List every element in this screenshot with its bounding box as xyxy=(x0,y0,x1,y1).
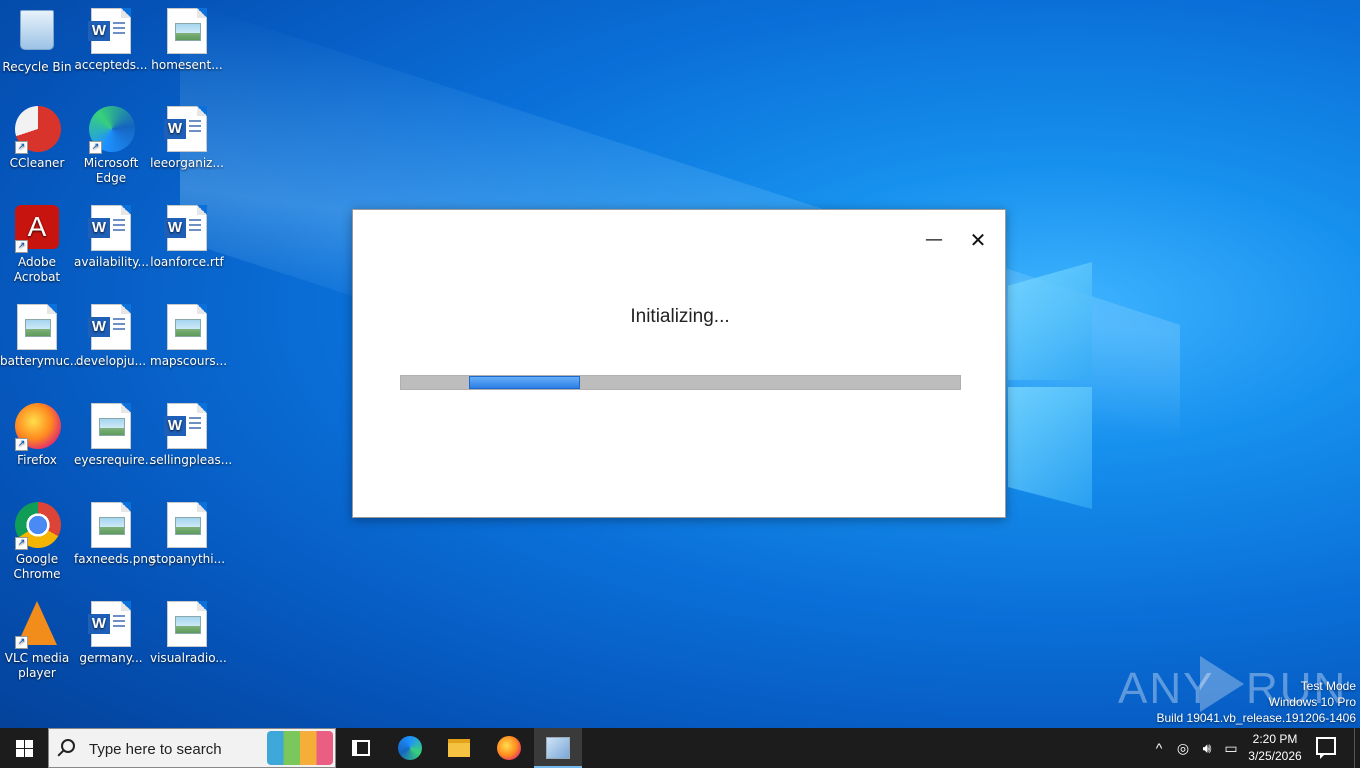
desktop-icon-accepteds[interactable]: W accepteds... xyxy=(74,8,148,73)
search-input[interactable] xyxy=(89,737,269,761)
folder-icon xyxy=(448,739,470,757)
desktop-icon-batterymuc[interactable]: batterymuc... xyxy=(0,304,81,369)
image-file-icon xyxy=(165,601,209,647)
desktop-icon-homesent[interactable]: homesent... xyxy=(150,8,224,73)
installer-app-icon xyxy=(546,737,570,759)
desktop-icon-recycle-bin[interactable]: Recycle Bin xyxy=(0,8,74,75)
image-file-icon xyxy=(165,8,209,54)
progress-bar xyxy=(400,375,961,390)
desktop-icon-ccleaner[interactable]: ↗ CCleaner xyxy=(0,106,74,171)
system-info: Test Mode Windows 10 Pro Build 19041.vb_… xyxy=(1156,679,1357,725)
task-view-button[interactable] xyxy=(336,728,384,768)
notification-center-icon[interactable] xyxy=(1316,737,1336,759)
image-file-icon xyxy=(165,502,209,548)
desktop-icon-eyesrequire[interactable]: eyesrequire... xyxy=(74,403,156,468)
search-icon xyxy=(61,739,75,753)
desktop-icon-developju[interactable]: W developju... xyxy=(74,304,148,369)
show-desktop-button[interactable] xyxy=(1354,728,1360,768)
start-button[interactable] xyxy=(0,728,48,768)
taskbar-edge-button[interactable] xyxy=(386,728,434,768)
desktop-icon-firefox[interactable]: ↗ Firefox xyxy=(0,403,74,468)
chrome-icon: ↗ xyxy=(15,502,61,550)
task-view-icon xyxy=(352,740,370,756)
desktop-icon-leeorganiz[interactable]: W leeorganiz... xyxy=(150,106,224,171)
desktop-icon-vlc[interactable]: ↗ VLC media player xyxy=(0,601,74,681)
close-button[interactable]: ✕ xyxy=(963,226,993,254)
progress-marquee-chunk xyxy=(469,376,580,389)
word-document-icon: W xyxy=(88,8,133,54)
desktop-icon-visualradio[interactable]: visualradio... xyxy=(150,601,227,666)
desktop-icon-google-chrome[interactable]: ↗ Google Chrome xyxy=(0,502,74,582)
desktop-icon-mapscours[interactable]: mapscours... xyxy=(150,304,227,369)
recycle-bin-icon xyxy=(15,10,59,56)
image-file-icon xyxy=(89,403,133,449)
taskbar-firefox-button[interactable] xyxy=(485,728,533,768)
tray-overflow-button[interactable]: ^ xyxy=(1148,728,1170,768)
firefox-icon: ↗ xyxy=(15,403,61,451)
desktop-icon-stopanythi[interactable]: stopanythi... xyxy=(150,502,225,567)
desktop-icon-microsoft-edge[interactable]: ↗ Microsoft Edge xyxy=(74,106,148,186)
image-file-icon xyxy=(165,304,209,350)
image-file-icon xyxy=(89,502,133,548)
edge-icon xyxy=(398,736,422,760)
word-document-icon: W xyxy=(88,205,133,251)
vlc-icon: ↗ xyxy=(15,601,59,649)
initializing-dialog: — ✕ Initializing... xyxy=(352,209,1006,518)
desktop-icon-loanforce[interactable]: W loanforce.rtf xyxy=(150,205,224,270)
taskbar: ^ ◎ 🔊︎ ▭ 2:20 PM 3/25/2026 xyxy=(0,728,1360,768)
volume-icon[interactable]: 🔊︎ xyxy=(1196,728,1218,768)
taskbar-file-explorer-button[interactable] xyxy=(435,728,483,768)
network-icon[interactable]: ▭ xyxy=(1220,728,1242,768)
desktop-icon-availability[interactable]: W availability... xyxy=(74,205,149,270)
desktop-icon-adobe-acrobat[interactable]: A ↗ Adobe Acrobat xyxy=(0,205,74,285)
acrobat-icon: A ↗ xyxy=(15,205,59,253)
image-file-icon xyxy=(15,304,59,350)
status-text: Initializing... xyxy=(630,306,730,327)
firefox-icon xyxy=(497,736,521,760)
edge-icon: ↗ xyxy=(89,106,135,154)
ccleaner-icon: ↗ xyxy=(15,106,61,154)
taskbar-active-app-button[interactable] xyxy=(534,728,582,768)
desktop-icon-germany[interactable]: W germany... xyxy=(74,601,148,666)
word-document-icon: W xyxy=(164,205,209,251)
desktop-icon-sellingpleas[interactable]: W sellingpleas... xyxy=(150,403,232,468)
taskbar-clock[interactable]: 2:20 PM 3/25/2026 xyxy=(1244,731,1306,765)
tray-meet-icon[interactable]: ◎ xyxy=(1172,728,1194,768)
minimize-button[interactable]: — xyxy=(919,226,949,254)
word-document-icon: W xyxy=(88,601,133,647)
word-document-icon: W xyxy=(164,403,209,449)
search-highlight-icon xyxy=(267,731,333,765)
taskbar-search[interactable] xyxy=(48,728,336,768)
desktop-icon-faxneeds[interactable]: faxneeds.png xyxy=(74,502,156,567)
word-document-icon: W xyxy=(88,304,133,350)
word-document-icon: W xyxy=(164,106,209,152)
windows-start-icon xyxy=(16,740,33,757)
